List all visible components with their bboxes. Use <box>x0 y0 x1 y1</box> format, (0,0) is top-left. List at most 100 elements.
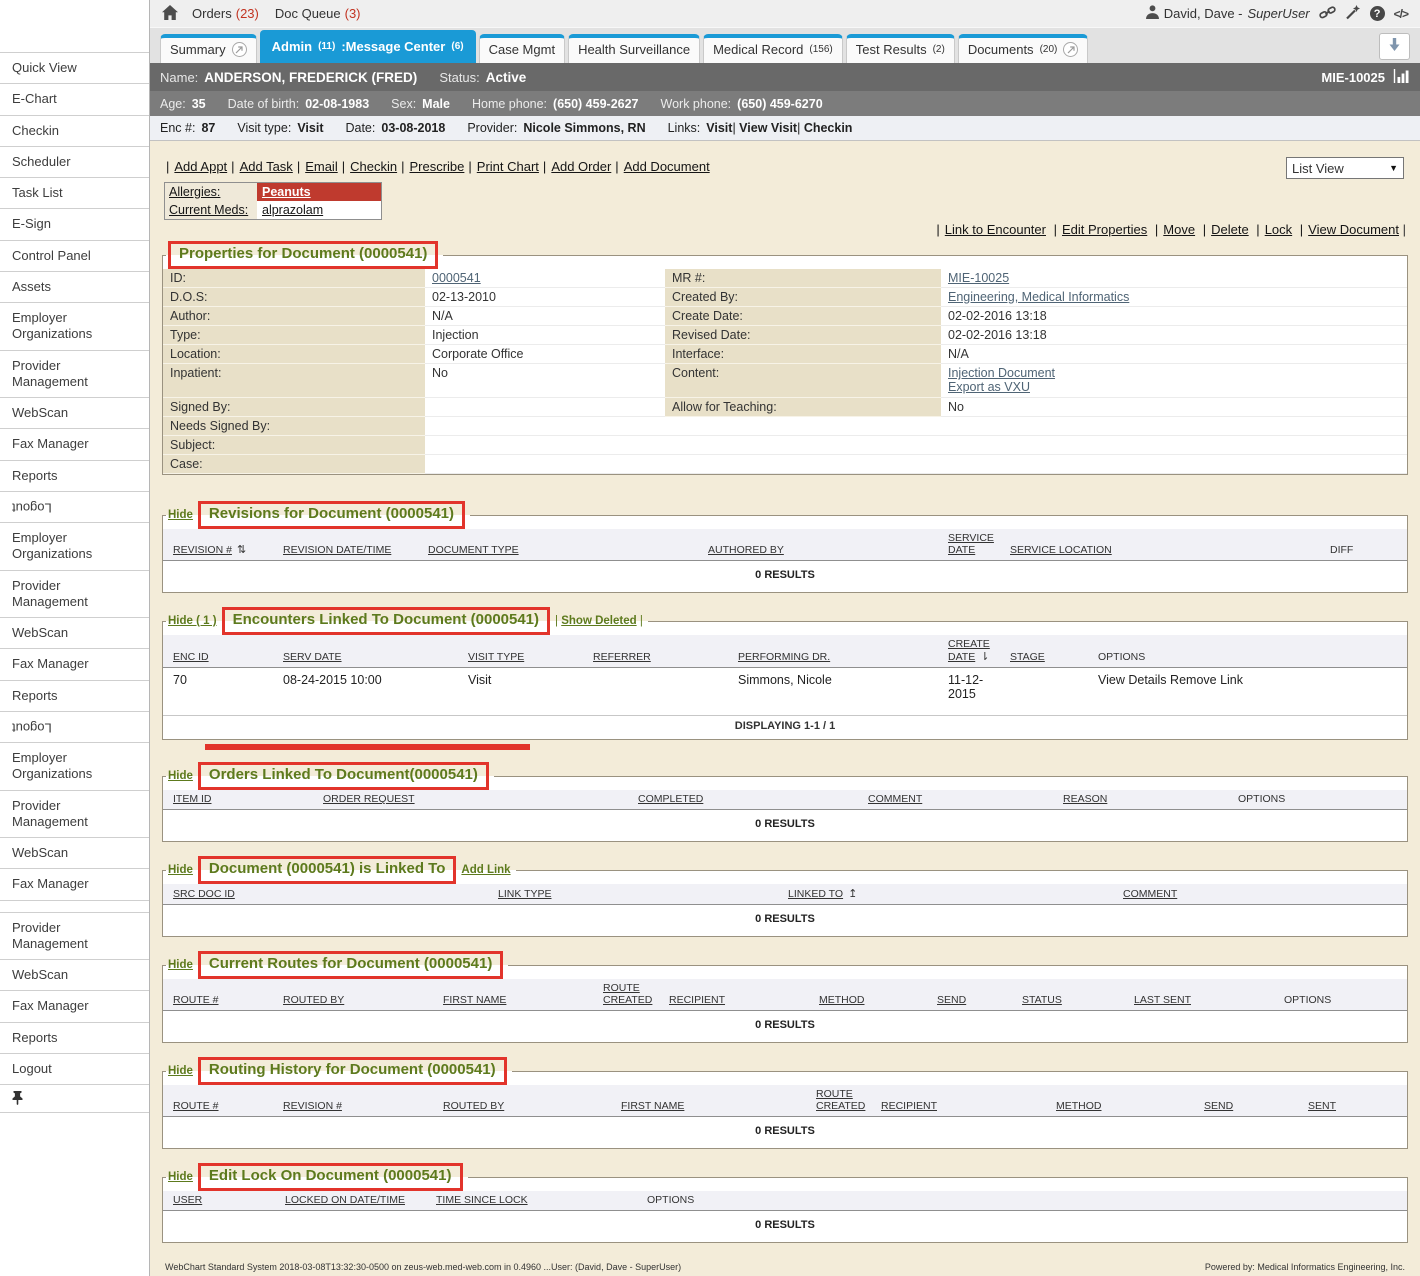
tab-summary[interactable]: Summary <box>160 34 257 63</box>
encounters-hide-link[interactable]: Hide ( 1 ) <box>168 615 217 627</box>
col-first-name[interactable]: FIRST NAME <box>443 994 603 1006</box>
col-sent[interactable]: SENT <box>1308 1100 1397 1112</box>
tab-health-surveillance[interactable]: Health Surveillance <box>568 34 700 63</box>
sidebar-item-provider-management[interactable]: Provider Management <box>0 790 149 838</box>
col-locked-on[interactable]: LOCKED ON DATE/TIME <box>285 1194 436 1206</box>
col-recipient[interactable]: RECIPIENT <box>669 994 819 1006</box>
home-button[interactable] <box>162 5 178 23</box>
encounter-link-visit[interactable]: Visit <box>706 121 732 135</box>
sidebar-item-webscan[interactable]: WebScan <box>0 617 149 648</box>
sidebar-item-truncated[interactable] <box>0 900 149 912</box>
col-order-request[interactable]: ORDER REQUEST <box>323 793 638 805</box>
col-link-type[interactable]: LINK TYPE <box>498 888 788 900</box>
sidebar-item-scheduler[interactable]: Scheduler <box>0 146 149 177</box>
sidebar-item-logout[interactable]: Logout <box>0 491 149 522</box>
revisions-hide-link[interactable]: Hide <box>168 509 193 521</box>
document-id-link[interactable]: 0000541 <box>432 271 481 285</box>
tab-documents[interactable]: Documents (20) <box>958 34 1089 63</box>
med-alprazolam-link[interactable]: alprazolam <box>262 203 323 217</box>
export-as-vxu-link[interactable]: Export as VXU <box>948 380 1030 394</box>
created-by-link[interactable]: Engineering, Medical Informatics <box>948 290 1129 304</box>
sidebar-item-logout[interactable]: Logout <box>0 1053 149 1084</box>
col-revision-number[interactable]: REVISION # <box>283 1100 443 1112</box>
col-revision-datetime[interactable]: REVISION DATE/TIME <box>283 544 428 556</box>
col-route-number[interactable]: ROUTE # <box>173 1100 283 1112</box>
print-chart-link[interactable]: Print Chart <box>464 159 539 174</box>
sidebar-item-fax-manager[interactable]: Fax Manager <box>0 648 149 679</box>
allergy-peanuts-link[interactable]: Peanuts <box>257 183 381 201</box>
sidebar-item-provider-management[interactable]: Provider Management <box>0 350 149 398</box>
col-src-doc-id[interactable]: SRC DOC ID <box>173 888 498 900</box>
col-method[interactable]: METHOD <box>819 994 937 1006</box>
view-document-link[interactable]: View Document <box>1296 222 1399 237</box>
sidebar-item-task-list[interactable]: Task List <box>0 177 149 208</box>
col-authored-by[interactable]: AUTHORED BY <box>708 544 948 556</box>
col-status[interactable]: STATUS <box>1022 994 1134 1006</box>
encounter-link-checkin[interactable]: Checkin <box>797 121 852 135</box>
delete-link[interactable]: Delete <box>1199 222 1249 237</box>
encounter-link-view-visit[interactable]: View Visit <box>732 121 797 135</box>
sidebar-item-fax-manager[interactable]: Fax Manager <box>0 990 149 1021</box>
col-document-type[interactable]: DOCUMENT TYPE <box>428 544 708 556</box>
col-revision-number[interactable]: REVISION #⇅ <box>173 543 283 556</box>
sidebar-item-control-panel[interactable]: Control Panel <box>0 240 149 271</box>
nav-orders[interactable]: Orders (23) <box>192 6 259 21</box>
add-link-link[interactable]: Add Link <box>461 864 510 876</box>
add-order-link[interactable]: Add Order <box>539 159 611 174</box>
email-link[interactable]: Email <box>293 159 338 174</box>
sidebar-item-employer-organizations[interactable]: Employer Organizations <box>0 522 149 570</box>
edit-lock-hide-link[interactable]: Hide <box>168 1171 193 1183</box>
col-serv-date[interactable]: SERV DATE <box>283 651 468 663</box>
sidebar-item-provider-management[interactable]: Provider Management <box>0 912 149 960</box>
sidebar-item-employer-organizations[interactable]: Employer Organizations <box>0 302 149 350</box>
col-user[interactable]: USER <box>173 1194 285 1206</box>
sidebar-item-quick-view[interactable]: Quick View <box>0 52 149 83</box>
col-routed-by[interactable]: ROUTED BY <box>283 994 443 1006</box>
col-referrer[interactable]: REFERRER <box>593 651 738 663</box>
sidebar-item-e-sign[interactable]: E-Sign <box>0 208 149 239</box>
col-send[interactable]: SEND <box>1204 1100 1308 1112</box>
col-completed[interactable]: COMPLETED <box>638 793 868 805</box>
tab-admin-message-center[interactable]: Admin(11):Message Center(6) <box>260 30 476 63</box>
tab-case-mgmt[interactable]: Case Mgmt <box>479 34 565 63</box>
collapse-tabs-button[interactable] <box>1379 33 1410 60</box>
sidebar-item-reports[interactable]: Reports <box>0 680 149 711</box>
col-recipient[interactable]: RECIPIENT <box>881 1100 1056 1112</box>
sidebar-item-logout[interactable]: Logout <box>0 711 149 742</box>
routing-history-hide-link[interactable]: Hide <box>168 1065 193 1077</box>
sidebar-item-fax-manager[interactable]: Fax Manager <box>0 868 149 899</box>
add-document-link[interactable]: Add Document <box>611 159 709 174</box>
col-last-sent[interactable]: LAST SENT <box>1134 994 1284 1006</box>
allergies-link[interactable]: Allergies: <box>169 185 220 199</box>
developer-tools-button[interactable]: </> <box>1394 7 1408 21</box>
col-comment[interactable]: COMMENT <box>868 793 1063 805</box>
sidebar-item-reports[interactable]: Reports <box>0 460 149 491</box>
link-to-encounter-link[interactable]: Link to Encounter <box>932 222 1046 237</box>
sidebar-item-webscan[interactable]: WebScan <box>0 397 149 428</box>
show-deleted-link[interactable]: Show Deleted <box>561 615 636 627</box>
sidebar-item-provider-management[interactable]: Provider Management <box>0 570 149 618</box>
col-visit-type[interactable]: VISIT TYPE <box>468 651 593 663</box>
move-link[interactable]: Move <box>1151 222 1195 237</box>
col-route-created[interactable]: ROUTE CREATED <box>816 1088 881 1112</box>
add-task-link[interactable]: Add Task <box>227 159 293 174</box>
col-routed-by[interactable]: ROUTED BY <box>443 1100 621 1112</box>
user-menu[interactable]: David, Dave - SuperUser <box>1146 5 1310 22</box>
sidebar-item-webscan[interactable]: WebScan <box>0 837 149 868</box>
col-reason[interactable]: REASON <box>1063 793 1238 805</box>
sidebar-item-reports[interactable]: Reports <box>0 1022 149 1053</box>
sort-icon[interactable]: ⇅ <box>237 543 246 556</box>
col-route-created[interactable]: ROUTE CREATED <box>603 982 669 1006</box>
orders-hide-link[interactable]: Hide <box>168 770 193 782</box>
col-enc-id[interactable]: ENC ID <box>173 651 283 663</box>
routes-hide-link[interactable]: Hide <box>168 959 193 971</box>
sidebar-item-employer-organizations[interactable]: Employer Organizations <box>0 742 149 790</box>
current-meds-link[interactable]: Current Meds: <box>169 203 248 217</box>
sort-icon[interactable]: ⇂ <box>980 650 989 663</box>
sidebar-item-checkin[interactable]: Checkin <box>0 115 149 146</box>
col-route-number[interactable]: ROUTE # <box>173 994 283 1006</box>
col-send[interactable]: SEND <box>937 994 1022 1006</box>
col-linked-to[interactable]: LINKED TO↥ <box>788 887 1123 900</box>
remove-link-link[interactable]: Remove Link <box>1170 673 1243 687</box>
col-item-id[interactable]: ITEM ID <box>173 793 323 805</box>
